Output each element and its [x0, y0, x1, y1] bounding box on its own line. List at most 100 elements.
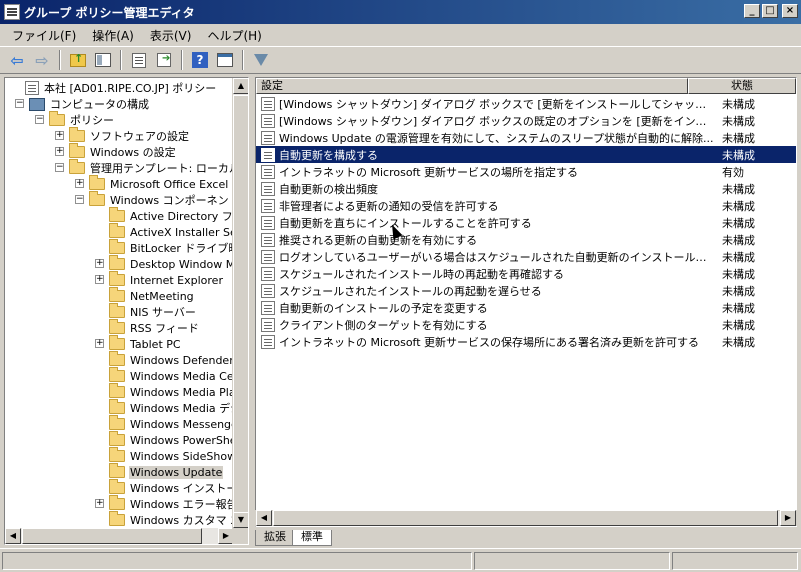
tree-item[interactable]: Windows Media Playe [109, 383, 235, 400]
minimize-button[interactable]: _ [744, 4, 760, 18]
tree-item[interactable]: + Desktop Window Man [95, 255, 235, 272]
tree-item-label: NIS サーバー [130, 306, 196, 319]
tree-item[interactable]: + Windows の設定 [55, 143, 177, 160]
maximize-button[interactable]: □ [762, 4, 778, 18]
policy-row[interactable]: 推奨される更新の自動更新を有効にする 未構成 [256, 231, 796, 248]
tree-item[interactable]: NetMeeting [109, 287, 195, 304]
expand-icon[interactable]: + [55, 147, 64, 156]
policy-row[interactable]: 自動更新の検出頻度 未構成 [256, 180, 796, 197]
menu-action[interactable]: 操作(A) [84, 25, 142, 46]
filter-button[interactable] [250, 49, 272, 71]
help-button[interactable]: ? [189, 49, 211, 71]
computer-icon [29, 97, 45, 111]
collapse-icon[interactable]: − [55, 163, 64, 172]
help-icon: ? [192, 52, 208, 68]
column-header-setting[interactable]: 設定 [256, 78, 688, 94]
expand-icon[interactable]: + [95, 259, 104, 268]
policy-row[interactable]: スケジュールされたインストール時の再起動を再確認する 未構成 [256, 265, 796, 282]
policy-name: 自動更新の検出頻度 [279, 182, 378, 196]
tree-item[interactable]: − ポリシー [35, 111, 115, 128]
policy-setting-icon [261, 198, 275, 213]
policy-state: 未構成 [722, 199, 755, 213]
menu-view[interactable]: 表示(V) [142, 25, 200, 46]
tree-item-label: Windows Media Playe [130, 385, 235, 399]
tree-item[interactable]: Windows カスタマ エク [109, 511, 235, 528]
tree-item[interactable]: RSS フィード [109, 319, 200, 336]
policy-row[interactable]: スケジュールされたインストールの再起動を遅らせる 未構成 [256, 282, 796, 299]
tree-item[interactable]: + Tablet PC [95, 335, 182, 352]
expand-icon[interactable]: + [95, 275, 104, 284]
policy-row[interactable]: ログオンしているユーザーがいる場合はスケジュールされた自動更新のインストールに対… [256, 248, 796, 265]
scroll-up-button[interactable]: ▲ [233, 78, 248, 94]
tree-item[interactable]: BitLocker ドライブ暗号 [109, 239, 235, 256]
expand-icon[interactable]: + [75, 179, 84, 188]
policy-row[interactable]: 自動更新を構成する 未構成 [256, 146, 796, 163]
export-button[interactable] [153, 49, 175, 71]
column-header-state[interactable]: 状態 [688, 78, 796, 94]
expand-icon[interactable]: + [95, 339, 104, 348]
window-title: グループ ポリシー管理エディタ [24, 5, 195, 20]
tree-item[interactable]: Windows SideShow [109, 447, 235, 464]
list-horizontal-scrollbar[interactable]: ◀ ▶ [255, 510, 797, 526]
menu-help[interactable]: ヘルプ(H) [199, 25, 269, 46]
folder-icon [109, 399, 125, 414]
scroll-left-button[interactable]: ◀ [5, 528, 21, 544]
tree-item[interactable]: Windows PowerShell [109, 431, 235, 448]
back-button[interactable]: ⇦ [6, 49, 28, 71]
tree-item-label: Active Directory フェデ [130, 210, 235, 223]
expand-icon[interactable]: + [55, 131, 64, 140]
folder-icon [109, 351, 125, 366]
tree-item[interactable]: ActiveX Installer Serv [109, 223, 235, 240]
expand-icon[interactable]: + [95, 499, 104, 508]
collapse-icon[interactable]: − [15, 99, 24, 108]
tree-item[interactable]: + Microsoft Office Excel 20 [75, 175, 235, 192]
tree-item[interactable]: 本社 [AD01.RIPE.CO.JP] ポリシー [25, 80, 217, 96]
tree-item[interactable]: Windows Messenger [109, 415, 235, 432]
policy-row[interactable]: 自動更新を直ちにインストールすることを許可する 未構成 [256, 214, 796, 231]
tree-item-label: Windows PowerShell [130, 433, 235, 447]
tree-item[interactable]: − 管理用テンプレート: ローカル コ [55, 159, 235, 176]
policy-row[interactable]: 非管理者による更新の通知の受信を許可する 未構成 [256, 197, 796, 214]
scroll-thumb[interactable] [233, 95, 248, 515]
policy-name: スケジュールされたインストールの再起動を遅らせる [279, 284, 542, 298]
menu-file[interactable]: ファイル(F) [4, 25, 84, 46]
tree-item[interactable]: Windows Media デジタ [109, 399, 235, 416]
forward-button[interactable]: ⇨ [31, 49, 53, 71]
tree-item[interactable]: Windows Media Cente [109, 367, 235, 384]
tree-vertical-scrollbar[interactable]: ▲ ▼ [232, 78, 248, 528]
scroll-right-button[interactable]: ▶ [780, 510, 796, 526]
tree-item[interactable]: + Windows エラー報告 [95, 495, 235, 512]
tree-item[interactable]: + ソフトウェアの設定 [55, 127, 190, 144]
close-button[interactable]: × [782, 4, 798, 18]
tree-item[interactable]: + Internet Explorer [95, 271, 224, 288]
tab-extended[interactable]: 拡張 [255, 530, 295, 546]
tab-standard[interactable]: 標準 [292, 530, 332, 546]
tree-item[interactable]: Windows Defender [109, 351, 235, 368]
collapse-icon[interactable]: − [35, 115, 44, 124]
list-button[interactable] [128, 49, 150, 71]
scroll-left-button[interactable]: ◀ [256, 510, 272, 526]
show-tree-button[interactable] [92, 49, 114, 71]
hscroll-thumb[interactable] [22, 528, 202, 544]
collapse-icon[interactable]: − [75, 195, 84, 204]
policy-row[interactable]: Windows Update の電源管理を有効にして、システムのスリープ状態が自… [256, 129, 796, 146]
policy-row[interactable]: [Windows シャットダウン] ダイアログ ボックスで [更新をインストール… [256, 95, 796, 112]
policy-row[interactable]: クライアント側のターゲットを有効にする 未構成 [256, 316, 796, 333]
tree-horizontal-scrollbar[interactable]: ◀ ▶ [5, 528, 234, 544]
hscroll-thumb[interactable] [273, 510, 778, 526]
scroll-down-button[interactable]: ▼ [233, 512, 248, 528]
folder-icon [109, 447, 125, 462]
tree-item[interactable]: − Windows コンポーネント [75, 191, 235, 208]
tree-item[interactable]: NIS サーバー [109, 303, 197, 320]
tree-item[interactable]: Windows Update [109, 463, 224, 480]
policy-row[interactable]: イントラネットの Microsoft 更新サービスの場所を指定する 有効 [256, 163, 796, 180]
up-button[interactable] [67, 49, 89, 71]
tree-item[interactable]: Windows インストーラ [109, 479, 235, 496]
tree-item[interactable]: Active Directory フェデ [109, 207, 235, 224]
policy-row[interactable]: [Windows シャットダウン] ダイアログ ボックスの既定のオプションを [… [256, 112, 796, 129]
tree-item[interactable]: − コンピュータの構成 [15, 96, 150, 112]
folder-icon [109, 415, 125, 430]
properties-button[interactable] [214, 49, 236, 71]
policy-row[interactable]: イントラネットの Microsoft 更新サービスの保存場所にある署名済み更新を… [256, 333, 796, 350]
policy-row[interactable]: 自動更新のインストールの予定を変更する 未構成 [256, 299, 796, 316]
